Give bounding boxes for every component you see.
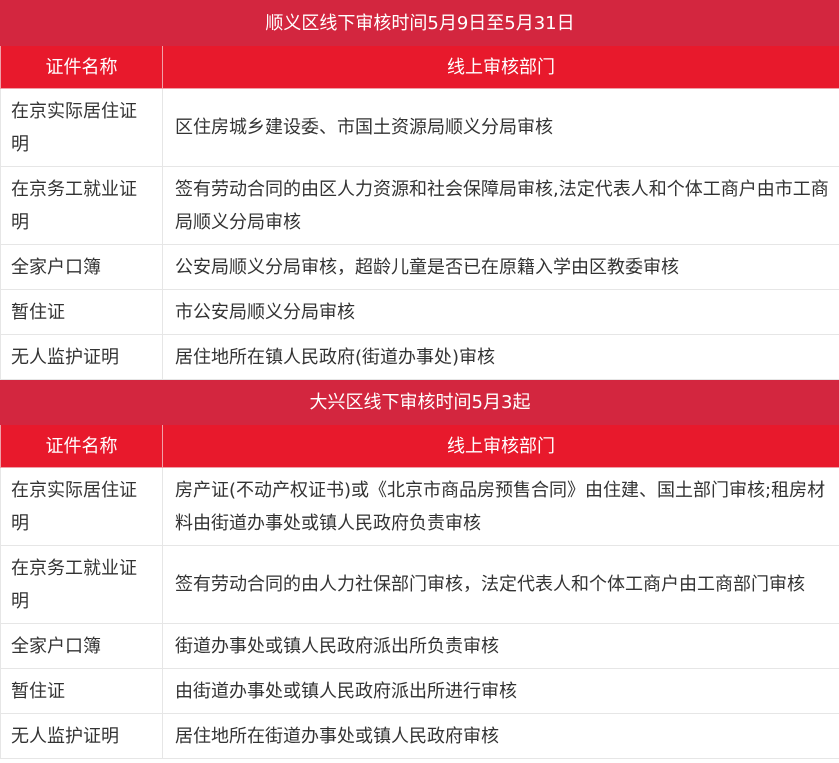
document-name: 暂住证 (0, 289, 163, 335)
document-name: 在京务工就业证明 (0, 166, 163, 245)
review-department: 街道办事处或镇人民政府派出所负责审核 (161, 623, 839, 669)
table-row: 全家户口簿 公安局顺义分局审核，超龄儿童是否已在原籍入学由区教委审核 (0, 244, 839, 290)
table-row: 在京务工就业证明 签有劳动合同的由人力社保部门审核，法定代表人和个体工商户由工商… (0, 545, 839, 624)
document-name: 无人监护证明 (0, 713, 163, 759)
column-header-row: 证件名称 线上审核部门 (0, 45, 839, 89)
review-department: 市公安局顺义分局审核 (161, 289, 839, 335)
document-name: 全家户口簿 (0, 244, 163, 290)
review-department: 签有劳动合同的由人力社保部门审核，法定代表人和个体工商户由工商部门审核 (161, 545, 839, 624)
review-department: 居住地所在镇人民政府(街道办事处)审核 (161, 334, 839, 380)
review-department: 由街道办事处或镇人民政府派出所进行审核 (161, 668, 839, 714)
column-header-document: 证件名称 (0, 45, 163, 89)
document-name: 无人监护证明 (0, 334, 163, 380)
document-name: 在京务工就业证明 (0, 545, 163, 624)
review-department: 签有劳动合同的由区人力资源和社会保障局审核,法定代表人和个体工商户由市工商局顺义… (161, 166, 839, 245)
document-name: 在京实际居住证明 (0, 88, 163, 167)
review-table: 顺义区线下审核时间5月9日至5月31日 证件名称 线上审核部门 在京实际居住证明… (0, 0, 839, 759)
document-name: 暂住证 (0, 668, 163, 714)
column-header-document: 证件名称 (0, 424, 163, 468)
column-header-department: 线上审核部门 (161, 424, 839, 468)
review-department: 区住房城乡建设委、市国土资源局顺义分局审核 (161, 88, 839, 167)
section-title: 大兴区线下审核时间5月3起 (0, 379, 839, 425)
table-row: 在京务工就业证明 签有劳动合同的由区人力资源和社会保障局审核,法定代表人和个体工… (0, 166, 839, 245)
review-department: 公安局顺义分局审核，超龄儿童是否已在原籍入学由区教委审核 (161, 244, 839, 290)
table-row: 无人监护证明 居住地所在镇人民政府(街道办事处)审核 (0, 334, 839, 380)
section-title-row: 大兴区线下审核时间5月3起 (0, 379, 839, 425)
table-row: 暂住证 由街道办事处或镇人民政府派出所进行审核 (0, 668, 839, 714)
review-department: 居住地所在街道办事处或镇人民政府审核 (161, 713, 839, 759)
table-row: 无人监护证明 居住地所在街道办事处或镇人民政府审核 (0, 713, 839, 759)
table-row: 暂住证 市公安局顺义分局审核 (0, 289, 839, 335)
review-department: 房产证(不动产权证书)或《北京市商品房预售合同》由住建、国土部门审核;租房材料由… (161, 467, 839, 546)
table-row: 全家户口簿 街道办事处或镇人民政府派出所负责审核 (0, 623, 839, 669)
column-header-row: 证件名称 线上审核部门 (0, 424, 839, 468)
document-name: 在京实际居住证明 (0, 467, 163, 546)
column-header-department: 线上审核部门 (161, 45, 839, 89)
section-title-row: 顺义区线下审核时间5月9日至5月31日 (0, 0, 839, 46)
section-title: 顺义区线下审核时间5月9日至5月31日 (0, 0, 839, 46)
table-row: 在京实际居住证明 房产证(不动产权证书)或《北京市商品房预售合同》由住建、国土部… (0, 467, 839, 546)
document-name: 全家户口簿 (0, 623, 163, 669)
table-row: 在京实际居住证明 区住房城乡建设委、市国土资源局顺义分局审核 (0, 88, 839, 167)
